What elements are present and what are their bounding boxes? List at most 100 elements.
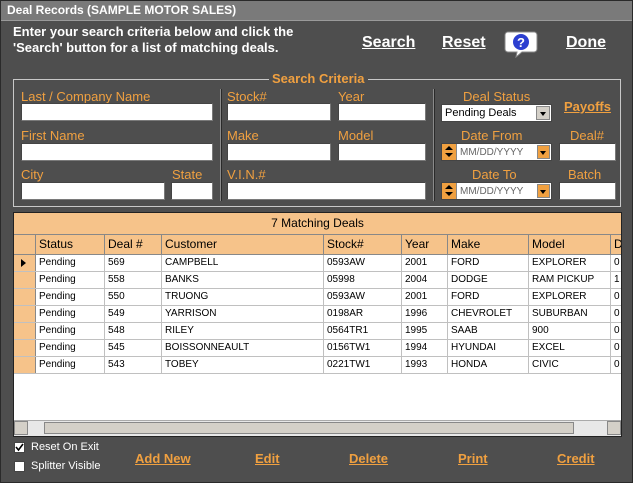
table-cell[interactable]: SAAB bbox=[448, 323, 529, 339]
table-cell[interactable]: 0198AR bbox=[324, 306, 402, 322]
table-row[interactable]: Pending 558 BANKS 05998 2004 DODGE RAM PICKUP 1 bbox=[14, 272, 621, 289]
table-row[interactable]: Pending 545 BOISSONNEAULT 0156TW1 1994 HYUNDA… bbox=[14, 340, 621, 357]
table-cell[interactable]: BOISSONNEAULT bbox=[162, 340, 324, 356]
row-selector[interactable] bbox=[14, 306, 36, 322]
date-from-dropdown-icon[interactable] bbox=[537, 145, 550, 159]
header-customer[interactable]: Customer bbox=[162, 235, 324, 254]
table-cell[interactable]: RILEY bbox=[162, 323, 324, 339]
table-cell[interactable]: HONDA bbox=[448, 357, 529, 373]
table-cell[interactable]: 900 bbox=[529, 323, 611, 339]
table-cell[interactable]: 548 bbox=[105, 323, 162, 339]
table-cell[interactable]: 543 bbox=[105, 357, 162, 373]
make-field[interactable] bbox=[227, 143, 331, 161]
table-cell[interactable]: 569 bbox=[105, 255, 162, 271]
table-cell[interactable]: YARRISON bbox=[162, 306, 324, 322]
chevron-down-icon[interactable] bbox=[536, 106, 550, 120]
city-field[interactable] bbox=[21, 182, 165, 200]
table-row[interactable]: Pending 549 YARRISON 0198AR 1996 CHEVROLET SUB… bbox=[14, 306, 621, 323]
table-cell[interactable]: TRUONG bbox=[162, 289, 324, 305]
table-cell[interactable]: CAMPBELL bbox=[162, 255, 324, 271]
table-cell[interactable]: 2004 bbox=[402, 272, 448, 288]
header-status[interactable]: Status bbox=[36, 235, 105, 254]
header-model[interactable]: Model bbox=[529, 235, 611, 254]
table-cell[interactable]: 0 bbox=[611, 289, 621, 305]
header-stock[interactable]: Stock# bbox=[324, 235, 402, 254]
header-year[interactable]: Year bbox=[402, 235, 448, 254]
table-cell[interactable]: 0 bbox=[611, 323, 621, 339]
table-row[interactable]: Pending 548 RILEY 0564TR1 1995 SAAB 900 0 bbox=[14, 323, 621, 340]
table-cell[interactable]: DODGE bbox=[448, 272, 529, 288]
table-cell[interactable]: 558 bbox=[105, 272, 162, 288]
table-cell[interactable]: 0 bbox=[611, 340, 621, 356]
table-cell[interactable]: 1995 bbox=[402, 323, 448, 339]
payoffs-link[interactable]: Payoffs bbox=[564, 99, 611, 114]
table-cell[interactable]: 0564TR1 bbox=[324, 323, 402, 339]
deal-no-field[interactable] bbox=[559, 143, 616, 161]
header-make[interactable]: Make bbox=[448, 235, 529, 254]
table-cell[interactable]: EXCEL bbox=[529, 340, 611, 356]
table-cell[interactable]: Pending bbox=[36, 357, 105, 373]
scroll-left-icon[interactable] bbox=[14, 421, 28, 435]
deal-status-select[interactable]: Pending Deals bbox=[441, 104, 552, 122]
last-name-field[interactable] bbox=[21, 103, 213, 121]
search-button[interactable]: Search bbox=[362, 34, 415, 52]
row-selector[interactable] bbox=[14, 357, 36, 373]
first-name-field[interactable] bbox=[21, 143, 213, 161]
table-cell[interactable]: RAM PICKUP bbox=[529, 272, 611, 288]
deals-grid[interactable]: 7 Matching Deals Status Deal # Customer … bbox=[13, 212, 622, 437]
table-cell[interactable]: Pending bbox=[36, 323, 105, 339]
model-field[interactable] bbox=[338, 143, 426, 161]
table-cell[interactable]: EXPLORER bbox=[529, 255, 611, 271]
table-cell[interactable]: BANKS bbox=[162, 272, 324, 288]
table-cell[interactable]: Pending bbox=[36, 289, 105, 305]
row-selector[interactable] bbox=[14, 340, 36, 356]
table-cell[interactable]: 0156TW1 bbox=[324, 340, 402, 356]
done-button[interactable]: Done bbox=[566, 34, 606, 52]
table-cell[interactable]: 2001 bbox=[402, 255, 448, 271]
table-cell[interactable]: 0221TW1 bbox=[324, 357, 402, 373]
row-selector[interactable] bbox=[14, 289, 36, 305]
row-selector[interactable] bbox=[14, 323, 36, 339]
reset-button[interactable]: Reset bbox=[442, 34, 486, 52]
table-row[interactable]: Pending 543 TOBEY 0221TW1 1993 HONDA CIVIC 0 bbox=[14, 357, 621, 374]
year-field[interactable] bbox=[338, 103, 426, 121]
table-cell[interactable]: TOBEY bbox=[162, 357, 324, 373]
stock-field[interactable] bbox=[227, 103, 331, 121]
reset-on-exit-checkbox[interactable] bbox=[14, 442, 25, 453]
table-cell[interactable]: CHEVROLET bbox=[448, 306, 529, 322]
splitter-visible-checkbox[interactable] bbox=[14, 461, 25, 472]
date-from-field[interactable]: MM/DD/YYYY bbox=[441, 143, 552, 161]
delete-button[interactable]: Delete bbox=[349, 451, 388, 466]
table-cell[interactable]: 549 bbox=[105, 306, 162, 322]
date-from-spinner-icon[interactable] bbox=[442, 144, 457, 160]
table-cell[interactable]: 1996 bbox=[402, 306, 448, 322]
table-cell[interactable]: SUBURBAN bbox=[529, 306, 611, 322]
table-cell[interactable]: 545 bbox=[105, 340, 162, 356]
vin-field[interactable] bbox=[227, 182, 426, 200]
table-cell[interactable]: 0 bbox=[611, 255, 621, 271]
table-cell[interactable]: CIVIC bbox=[529, 357, 611, 373]
table-cell[interactable]: 1994 bbox=[402, 340, 448, 356]
state-field[interactable] bbox=[171, 182, 213, 200]
scroll-thumb[interactable] bbox=[44, 422, 574, 434]
horizontal-scrollbar[interactable] bbox=[14, 420, 621, 436]
table-cell[interactable]: EXPLORER bbox=[529, 289, 611, 305]
table-row[interactable]: Pending 550 TRUONG 0593AW 2001 FORD EXPLORER 0 bbox=[14, 289, 621, 306]
scroll-right-icon[interactable] bbox=[607, 421, 621, 435]
table-cell[interactable]: FORD bbox=[448, 255, 529, 271]
date-to-dropdown-icon[interactable] bbox=[537, 184, 550, 198]
table-cell[interactable]: 05998 bbox=[324, 272, 402, 288]
table-cell[interactable]: HYUNDAI bbox=[448, 340, 529, 356]
row-selector[interactable] bbox=[14, 272, 36, 288]
table-cell[interactable]: 0 bbox=[611, 306, 621, 322]
print-button[interactable]: Print bbox=[458, 451, 488, 466]
table-cell[interactable]: 0 bbox=[611, 357, 621, 373]
help-icon[interactable]: ? bbox=[504, 28, 538, 59]
credit-button[interactable]: Credit bbox=[557, 451, 595, 466]
batch-field[interactable] bbox=[559, 182, 616, 200]
header-extra[interactable]: D bbox=[611, 235, 621, 254]
date-to-field[interactable]: MM/DD/YYYY bbox=[441, 182, 552, 200]
table-cell[interactable]: 1993 bbox=[402, 357, 448, 373]
table-cell[interactable]: Pending bbox=[36, 255, 105, 271]
edit-button[interactable]: Edit bbox=[255, 451, 280, 466]
